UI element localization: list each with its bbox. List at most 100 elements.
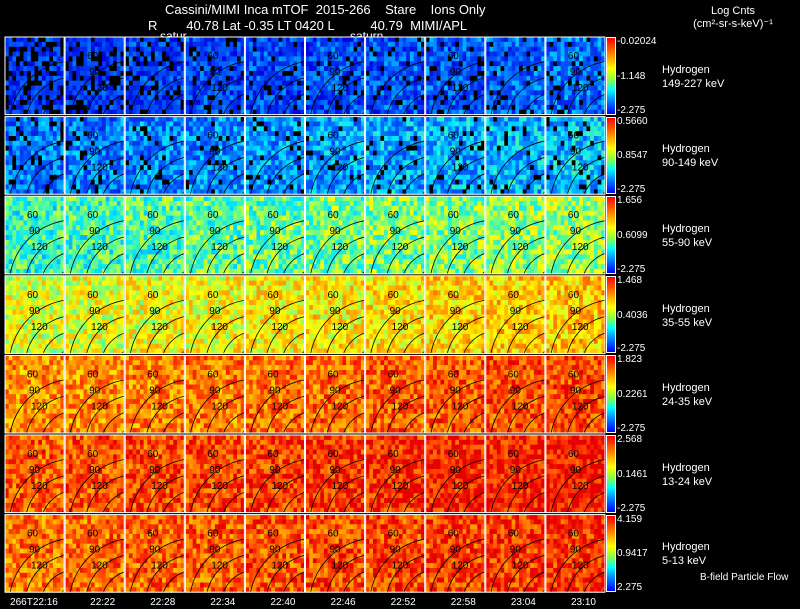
contour-label: 120 (31, 561, 48, 572)
contour-label: 60 (568, 51, 580, 62)
colorbar-min: -2.275 (617, 184, 645, 195)
pixel-image (245, 355, 315, 445)
contour-label: 120 (392, 322, 409, 333)
pixel-image (486, 196, 556, 286)
pixel-image (125, 37, 195, 127)
contour-label: 60 (267, 449, 279, 460)
contour-label: 90 (570, 226, 582, 237)
contour-label: 90 (29, 306, 41, 317)
pixel-image (245, 117, 315, 207)
contour-label: 90 (390, 226, 402, 237)
contour-label: 90 (510, 306, 522, 317)
pixel-image (5, 196, 75, 286)
colorbar (606, 117, 616, 195)
pixel-image (125, 355, 195, 445)
contour-label: 120 (332, 401, 349, 412)
contour-label: 60 (87, 51, 99, 62)
colorbar-min: -2.275 (617, 343, 645, 354)
pixel-image (306, 355, 376, 445)
contour-label: 60 (267, 529, 279, 540)
contour-label: 90 (330, 306, 342, 317)
pixel-image (245, 435, 315, 525)
contour-label: 120 (572, 401, 589, 412)
energy-range-label: 13-24 keV (662, 475, 712, 489)
panel-energy-label: Hydrogen 90-149 keV (662, 142, 718, 170)
species-label: Hydrogen (662, 302, 712, 316)
contour-label: 60 (27, 529, 39, 540)
contour-label: 90 (450, 306, 462, 317)
contour-label: 90 (570, 306, 582, 317)
contour-label: 60 (87, 210, 99, 221)
contour-label: 120 (332, 242, 349, 253)
contour-label: 60 (448, 529, 460, 540)
colorbar (606, 435, 616, 513)
contour-label: 120 (151, 242, 168, 253)
contour-label: 120 (91, 481, 108, 492)
colorbar-max: 1.823 (617, 354, 642, 365)
contour-label: 90 (29, 465, 41, 476)
species-label: Hydrogen (662, 381, 712, 395)
contour-label: 120 (512, 561, 529, 572)
colorbar (606, 196, 616, 274)
pixel-image (125, 515, 195, 605)
contour-label: 120 (211, 83, 228, 94)
energy-range-label: 35-55 keV (662, 316, 712, 330)
contour-label: 60 (207, 210, 219, 221)
contour-label: 60 (207, 449, 219, 460)
pixel-image (65, 196, 135, 286)
contour-label: 60 (207, 529, 219, 540)
time-tick-label: 23:10 (571, 597, 596, 608)
contour-label: 90 (390, 385, 402, 396)
pixel-image (125, 117, 195, 207)
contour-label: 90 (330, 67, 342, 78)
contour-label: 60 (27, 369, 39, 380)
panel-energy-label: Hydrogen 55-90 keV (662, 222, 712, 250)
contour-label: 120 (392, 401, 409, 412)
pixel-image (306, 435, 376, 525)
colorbar-max: 1.656 (617, 195, 642, 206)
pixel-image (185, 37, 255, 127)
pixel-image (486, 117, 556, 207)
contour-label: 90 (510, 545, 522, 556)
contour-label: 90 (510, 465, 522, 476)
contour-label: 90 (510, 226, 522, 237)
contour-label: 120 (512, 481, 529, 492)
time-tick-label: 23:04 (511, 597, 536, 608)
pixel-image (366, 276, 436, 366)
time-tick-label: 22:40 (270, 597, 295, 608)
contour-label: 120 (211, 401, 228, 412)
contour-label: 90 (29, 545, 41, 556)
species-label: Hydrogen (662, 63, 724, 77)
contour-label: 60 (388, 449, 400, 460)
contour-label: 120 (211, 561, 228, 572)
contour-label: 90 (570, 67, 582, 78)
contour-label: 60 (328, 449, 340, 460)
contour-label: 90 (149, 226, 161, 237)
contour-label: 120 (332, 561, 349, 572)
contour-label: 60 (27, 210, 39, 221)
colorbar-min: -2.275 (617, 423, 645, 434)
pixel-image (125, 435, 195, 525)
colorbar (606, 515, 616, 593)
pixel-image (125, 196, 195, 286)
colorbar-max: -0.02024 (617, 36, 656, 47)
pixel-image (65, 276, 135, 366)
contour-label: 90 (89, 385, 101, 396)
contour-label: 90 (450, 147, 462, 158)
energy-range-label: 55-90 keV (662, 236, 712, 250)
contour-label: 120 (271, 401, 288, 412)
contour-label: 60 (508, 529, 520, 540)
pixel-image (65, 435, 135, 525)
contour-label: 90 (269, 226, 281, 237)
pixel-image (5, 276, 75, 366)
pixel-image (245, 276, 315, 366)
pixel-image (366, 435, 436, 525)
species-label: Hydrogen (662, 540, 710, 554)
contour-label: 60 (328, 369, 340, 380)
contour-label: 120 (91, 322, 108, 333)
time-tick-label: 22:58 (451, 597, 476, 608)
contour-label: 60 (267, 290, 279, 301)
pixel-image (5, 37, 75, 127)
contour-label: 90 (209, 545, 221, 556)
contour-label: 90 (269, 465, 281, 476)
